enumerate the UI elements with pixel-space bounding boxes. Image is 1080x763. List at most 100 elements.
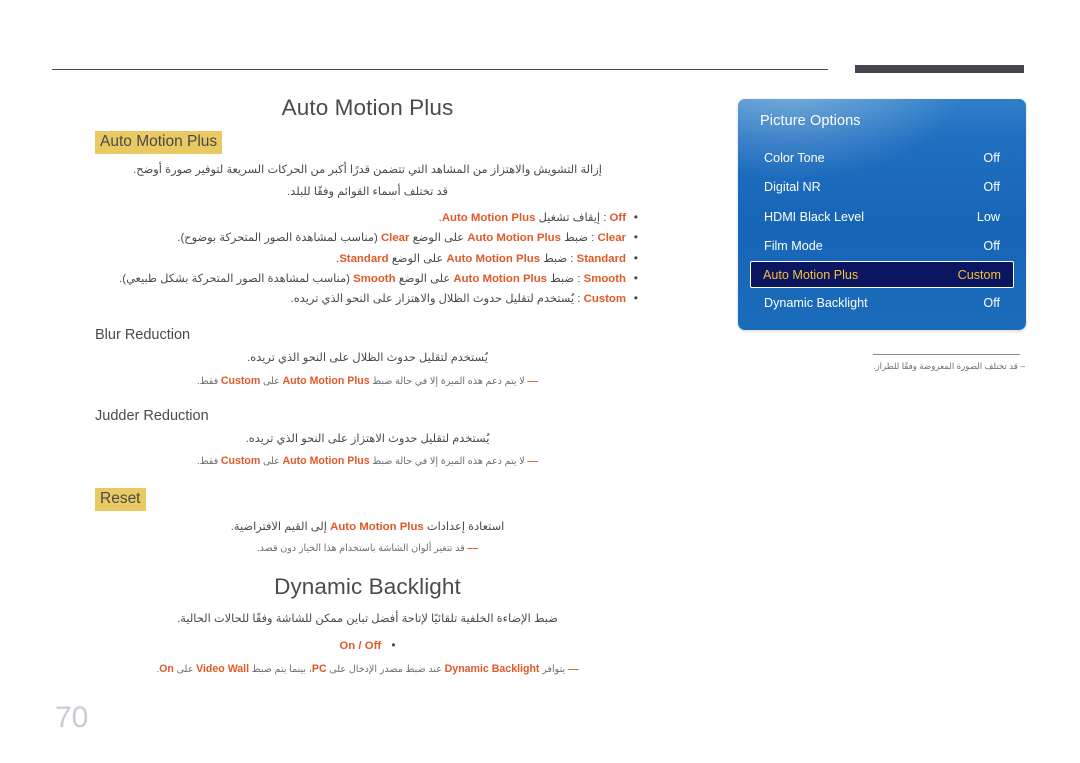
- note-dash-marker: ‒‒: [524, 375, 539, 387]
- note-dash-marker: ‒‒: [524, 456, 539, 468]
- osd-menu-item-film-mode[interactable]: Film Mode Off: [750, 232, 1014, 262]
- keyword-text: Auto Motion Plus: [446, 252, 541, 265]
- osd-menu-item-label: Dynamic Backlight: [764, 295, 868, 310]
- keyword-text: Video Wall: [196, 663, 250, 676]
- osd-menu-item-label: Color Tone: [764, 150, 825, 165]
- plain-text: لا يتم دعم هذه الميزة إلا في حالة ضبط: [369, 375, 525, 387]
- list-item: Clear : ضبط Auto Motion Plus على الوضع C…: [95, 227, 640, 249]
- keyword-text: On: [159, 663, 174, 676]
- section-dynamic-backlight: Dynamic Backlight ضبط الإضاءة الخلفية تل…: [95, 574, 640, 678]
- keyword-text: Standard: [339, 252, 389, 265]
- plain-text: (مناسب لمشاهدة الصور المتحركة بشكل طبيعي…: [119, 272, 354, 285]
- list-item: Custom : يُستخدم لتقليل حدوث الظلال والا…: [95, 288, 640, 310]
- plain-text: : ضبط: [540, 252, 577, 265]
- osd-menu-item-value: Low: [976, 209, 1000, 224]
- osd-menu-item-hdmi-black-level[interactable]: HDMI Black Level Low: [750, 202, 1014, 232]
- heading-reset: Reset: [95, 488, 146, 512]
- osd-menu-item-label: HDMI Black Level: [764, 209, 865, 224]
- plain-text: فقط.: [196, 375, 221, 387]
- keyword-text: Custom: [220, 455, 261, 468]
- plain-text: : ضبط: [547, 272, 584, 285]
- osd-menu-item-color-tone[interactable]: Color Tone Off: [750, 143, 1014, 173]
- note-dash-marker: ‒‒: [464, 542, 479, 554]
- keyword-text: Dynamic Backlight: [444, 663, 540, 676]
- keyword-text: Standard: [576, 252, 626, 265]
- osd-note-rule: [873, 354, 1020, 355]
- auto-motion-plus-intro-line2: قد تختلف أسماء القوائم وفقًا للبلد.: [287, 186, 448, 199]
- osd-menu-item-dynamic-backlight[interactable]: Dynamic Backlight Off: [750, 288, 1014, 318]
- section-blur-reduction: Blur Reduction يُستخدم لتقليل حدوث الظلا…: [95, 327, 640, 389]
- dynamic-backlight-body: ضبط الإضاءة الخلفية تلقائيًا لإتاحة أفضل…: [177, 613, 558, 626]
- list-item: On / Off: [95, 635, 640, 656]
- keyword-text: Custom: [583, 293, 626, 306]
- keyword-text: Auto Motion Plus: [441, 211, 536, 224]
- plain-text: على الوضع: [409, 232, 468, 245]
- keyword-text: Clear: [380, 232, 410, 245]
- section-auto-motion-plus: Auto Motion Plus Auto Motion Plus إزالة …: [95, 95, 640, 310]
- section-reset: Reset استعادة إعدادات Auto Motion Plus إ…: [95, 488, 640, 556]
- osd-picture-options-panel: Picture Options Color Tone Off Digital NR O…: [738, 99, 1026, 330]
- dynamic-backlight-option-label: On / Off: [339, 639, 382, 652]
- osd-menu-item-digital-nr[interactable]: Digital NR Off: [750, 173, 1014, 203]
- blur-reduction-note: ‒‒ لا يتم دعم هذه الميزة إلا في حالة ضبط…: [95, 373, 640, 390]
- note-dash-marker: ‒‒: [565, 664, 580, 676]
- osd-menu-item-value: Off: [983, 295, 1000, 310]
- page-title: Auto Motion Plus: [281, 95, 454, 120]
- manual-content: Auto Motion Plus Auto Motion Plus إزالة …: [95, 95, 640, 696]
- plain-text: : إيقاف تشغيل: [535, 211, 610, 224]
- plain-text: : يُستخدم لتقليل حدوث الظلال والاهتزاز ع…: [290, 293, 584, 306]
- keyword-text: Custom: [220, 374, 261, 387]
- section-judder-reduction: Judder Reduction يُستخدم لتقليل حدوث الا…: [95, 408, 640, 470]
- blur-reduction-body: يُستخدم لتقليل حدوث الظلال على النحو الذ…: [247, 352, 488, 365]
- keyword-text: Auto Motion Plus: [282, 374, 370, 387]
- osd-menu-item-auto-motion-plus[interactable]: Auto Motion Plus Custom: [750, 261, 1014, 288]
- plain-text: : ضبط: [560, 232, 598, 245]
- dynamic-backlight-note: ‒‒ يتوافر Dynamic Backlight عند ضبط مصدر…: [95, 661, 640, 678]
- keyword-text: Auto Motion Plus: [330, 521, 424, 534]
- osd-title: Picture Options: [760, 113, 861, 129]
- plain-text: ، بينما يتم ضبط: [249, 664, 312, 676]
- plain-text: على الوضع: [388, 252, 447, 265]
- heading-dynamic-backlight: Dynamic Backlight: [274, 574, 461, 600]
- list-item: Smooth : ضبط Auto Motion Plus على الوضع …: [95, 268, 640, 290]
- keyword-text: Off: [609, 211, 626, 224]
- plain-text: (مناسب لمشاهدة الصور المتحركة بوضوح).: [177, 232, 381, 245]
- heading-auto-motion-plus: Auto Motion Plus: [95, 131, 223, 154]
- judder-reduction-note: ‒‒ لا يتم دعم هذه الميزة إلا في حالة ضبط…: [95, 453, 640, 470]
- osd-menu-item-value: Off: [983, 239, 1000, 254]
- osd-menu-item-label: Auto Motion Plus: [763, 267, 859, 282]
- osd-note-text: قد تختلف الصورة المعروضة وفقًا للطراز.: [873, 361, 1018, 371]
- list-item: Off : إيقاف تشغيل Auto Motion Plus.: [95, 207, 640, 229]
- plain-text: على: [173, 664, 197, 676]
- plain-text: يتوافر: [539, 664, 566, 676]
- keyword-text: Smooth: [583, 272, 626, 285]
- keyword-text: Clear: [597, 232, 627, 245]
- plain-text: على الوضع: [395, 272, 454, 285]
- note-dash-marker: ‒: [1017, 361, 1026, 371]
- plain-text: لا يتم دعم هذه الميزة إلا في حالة ضبط: [369, 456, 525, 468]
- plain-text: على: [260, 375, 283, 387]
- page-number: 70: [55, 701, 89, 734]
- keyword-text: Auto Motion Plus: [467, 232, 561, 245]
- keyword-text: PC: [311, 663, 327, 676]
- auto-motion-plus-intro-line1: إزالة التشويش والاهتزاز من المشاهد التي …: [133, 164, 602, 176]
- keyword-text: Smooth: [353, 272, 396, 285]
- plain-text: استعادة إعدادات: [423, 521, 505, 534]
- osd-menu-item-label: Digital NR: [764, 180, 821, 195]
- heading-judder-reduction: Judder Reduction: [95, 407, 209, 424]
- header-rule-left: [52, 69, 828, 70]
- osd-menu-item-value: Off: [983, 180, 1000, 195]
- plain-text: على: [260, 456, 283, 468]
- plain-text: إلى القيم الافتراضية.: [230, 521, 331, 534]
- plain-text: فقط.: [196, 456, 221, 468]
- reset-note: ‒‒ قد تتغير ألوان الشاشة باستخدام هذا ال…: [95, 542, 640, 557]
- keyword-text: Auto Motion Plus: [282, 455, 370, 468]
- dynamic-backlight-options: On / Off: [95, 635, 640, 656]
- plain-text: عند ضبط مصدر الإدخال على: [326, 664, 445, 676]
- keyword-text: Auto Motion Plus: [453, 272, 547, 285]
- list-item: Standard : ضبط Auto Motion Plus على الوض…: [95, 248, 640, 270]
- osd-menu-item-value: Off: [983, 150, 1000, 165]
- osd-menu-list: Color Tone Off Digital NR Off HDMI Black Lev…: [750, 143, 1014, 318]
- auto-motion-plus-options: Off : إيقاف تشغيل Auto Motion Plus.Clear…: [95, 207, 640, 310]
- plain-text: قد تتغير ألوان الشاشة باستخدام هذا الخيا…: [256, 542, 465, 554]
